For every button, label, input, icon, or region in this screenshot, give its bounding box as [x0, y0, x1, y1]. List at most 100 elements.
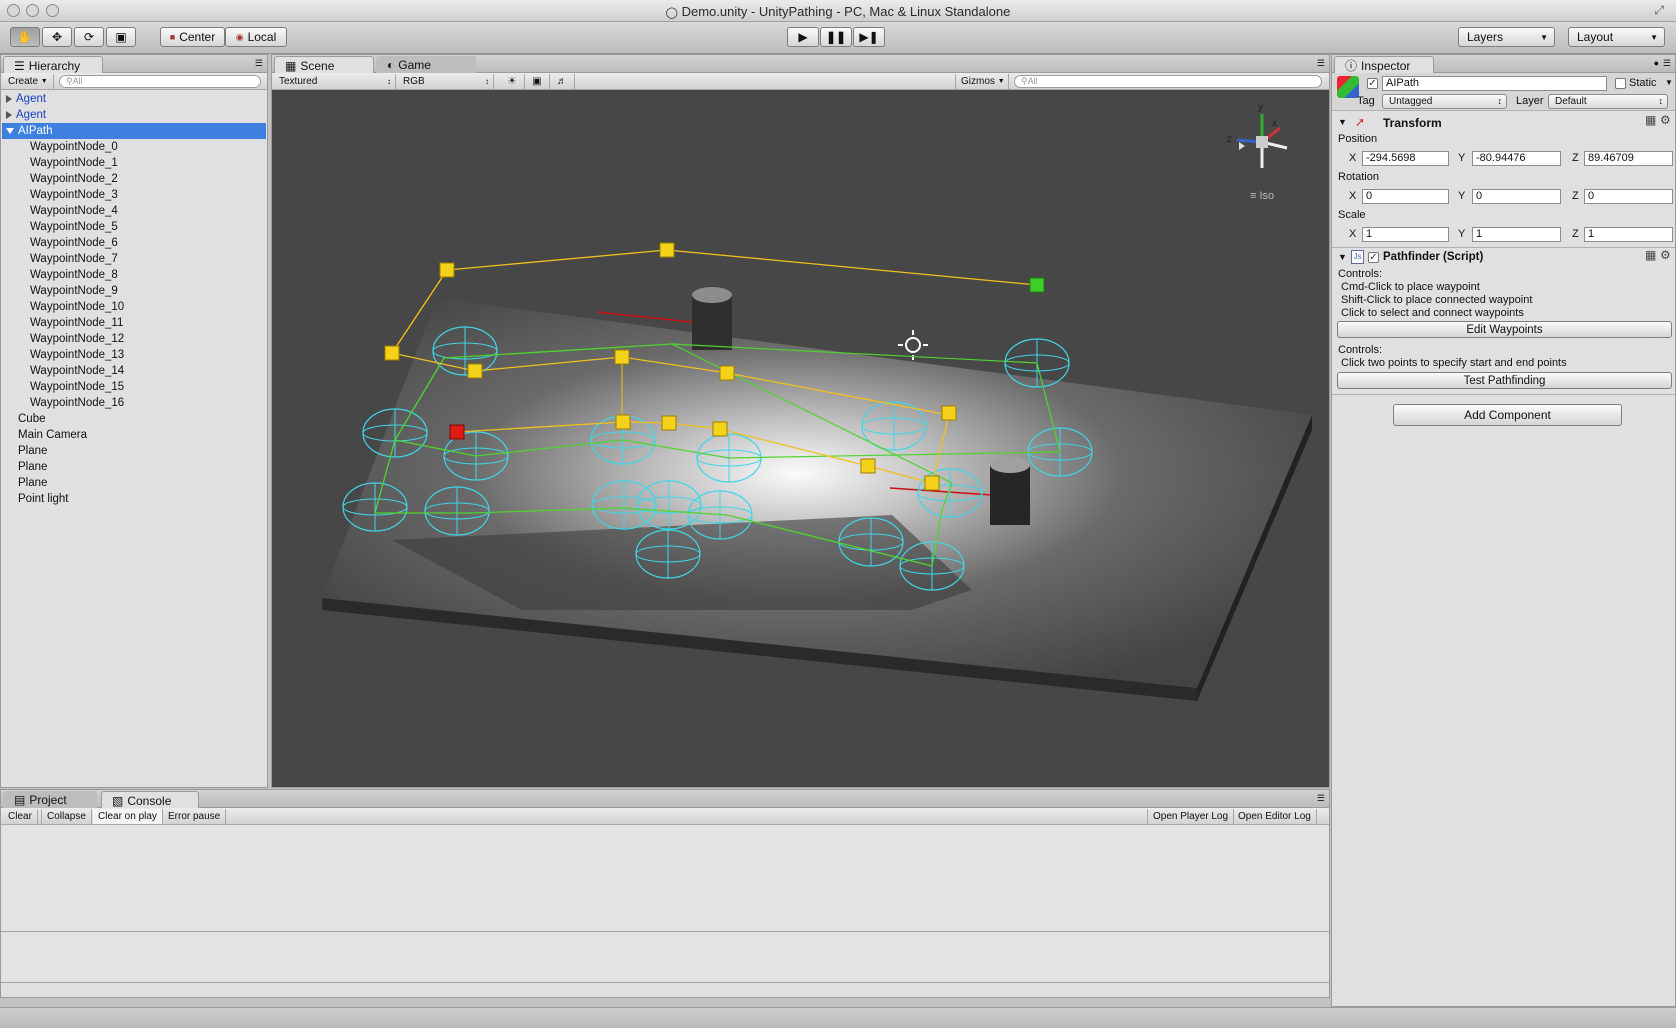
hierarchy-item[interactable]: Plane — [2, 475, 266, 491]
scene-search-input[interactable]: ⚲All — [1014, 75, 1322, 88]
scale-y-field[interactable]: 1 — [1472, 227, 1561, 242]
layout-dropdown[interactable]: Layout ▼ — [1568, 27, 1665, 47]
rotation-x-field[interactable]: 0 — [1362, 189, 1449, 204]
gizmos-dropdown[interactable]: Gizmos ▼ — [955, 74, 1009, 89]
tab-inspector[interactable]: ⓘ Inspector — [1334, 56, 1434, 74]
panel-menu-icon[interactable]: ☰ — [1663, 58, 1671, 69]
clear-on-play-toggle[interactable]: Clear on play — [93, 809, 163, 824]
hierarchy-item[interactable]: WaypointNode_7 — [2, 251, 266, 267]
panel-menu-icon[interactable]: ☰ — [255, 58, 263, 69]
fullscreen-icon[interactable]: ⤢ — [1654, 3, 1664, 18]
test-pathfinding-button[interactable]: Test Pathfinding — [1337, 372, 1672, 389]
waypoint-node-yellow — [941, 405, 957, 421]
hierarchy-item[interactable]: WaypointNode_6 — [2, 235, 266, 251]
scale-tool-button[interactable]: ▣ — [106, 27, 136, 47]
open-editor-log-button[interactable]: Open Editor Log — [1233, 809, 1317, 824]
hierarchy-item[interactable]: Plane — [2, 459, 266, 475]
hierarchy-item[interactable]: WaypointNode_2 — [2, 171, 266, 187]
hierarchy-item[interactable]: Agent — [2, 107, 266, 123]
layer-dropdown[interactable]: Default — [1548, 94, 1668, 109]
lock-icon[interactable]: ● — [1654, 58, 1659, 68]
hierarchy-item[interactable]: Main Camera — [2, 427, 266, 443]
gear-icon[interactable]: ⚙ — [1660, 113, 1671, 127]
hierarchy-item[interactable]: WaypointNode_9 — [2, 283, 266, 299]
hierarchy-item[interactable]: WaypointNode_4 — [2, 203, 266, 219]
scene-viewport[interactable]: x y z ≡ Iso — [272, 90, 1329, 787]
foldout-open-icon[interactable] — [6, 127, 14, 134]
layers-dropdown[interactable]: Layers ▼ — [1458, 27, 1555, 47]
position-x-field[interactable]: -294.5698 — [1362, 151, 1449, 166]
render-mode-dropdown[interactable]: Textured ↕ — [274, 74, 396, 89]
pivot-center-button[interactable]: ■ Center — [160, 27, 225, 47]
foldout-closed-icon[interactable] — [6, 110, 12, 119]
foldout-transform-icon[interactable]: ▼ — [1338, 117, 1347, 127]
hierarchy-item[interactable]: Cube — [2, 411, 266, 427]
tab-scene[interactable]: ▦ Scene — [274, 56, 374, 74]
position-y-field[interactable]: -80.94476 — [1472, 151, 1561, 166]
create-dropdown[interactable]: Create ▼ — [3, 74, 54, 89]
hierarchy-item[interactable]: WaypointNode_10 — [2, 299, 266, 315]
position-z-field[interactable]: 89.46709 — [1584, 151, 1673, 166]
clear-button[interactable]: Clear — [3, 809, 38, 824]
scene-fx-toggle[interactable]: ▣ — [525, 74, 550, 89]
dropdown-arrow-icon[interactable]: ▼ — [1665, 78, 1673, 87]
hierarchy-item[interactable]: Point light — [2, 491, 266, 507]
console-tabbar: ▤ Project ▧ Console ☰ — [1, 790, 1329, 809]
active-checkbox[interactable]: ✓ — [1367, 78, 1378, 89]
hierarchy-item[interactable]: WaypointNode_1 — [2, 155, 266, 171]
play-button[interactable]: ▶ — [787, 27, 819, 47]
hierarchy-item[interactable]: WaypointNode_3 — [2, 187, 266, 203]
hierarchy-item[interactable]: WaypointNode_14 — [2, 363, 266, 379]
hierarchy-item[interactable]: Plane — [2, 443, 266, 459]
add-component-button[interactable]: Add Component — [1393, 404, 1622, 426]
tab-project[interactable]: ▤ Project — [3, 791, 97, 808]
scene-audio-toggle[interactable]: ♬ — [550, 74, 575, 89]
move-tool-button[interactable]: ✥ — [42, 27, 72, 47]
hierarchy-item[interactable]: WaypointNode_16 — [2, 395, 266, 411]
help-book-icon[interactable]: ▦ — [1645, 248, 1656, 262]
rotation-z-field[interactable]: 0 — [1584, 189, 1673, 204]
hierarchy-item[interactable]: AIPath — [2, 123, 266, 139]
tag-dropdown[interactable]: Untagged — [1382, 94, 1507, 109]
hierarchy-item[interactable]: WaypointNode_13 — [2, 347, 266, 363]
collapse-toggle[interactable]: Collapse — [41, 809, 92, 824]
channel-dropdown[interactable]: RGB ↕ — [398, 74, 494, 89]
hierarchy-search-input[interactable]: ⚲All — [59, 75, 261, 88]
pathfinder-enabled-checkbox[interactable]: ✓ — [1368, 252, 1379, 263]
space-local-button[interactable]: ◉ Local — [225, 27, 287, 47]
static-checkbox[interactable]: ✓ — [1615, 78, 1626, 89]
hierarchy-item-label: Agent — [16, 93, 47, 105]
tab-game[interactable]: ◐ Game — [376, 56, 476, 73]
rotate-tool-button[interactable]: ⟳ — [74, 27, 104, 47]
pause-button[interactable]: ❚❚ — [820, 27, 852, 47]
panel-menu-icon[interactable]: ☰ — [1317, 793, 1325, 804]
scale-x-field[interactable]: 1 — [1362, 227, 1449, 242]
hierarchy-item[interactable]: WaypointNode_12 — [2, 331, 266, 347]
scale-z-field[interactable]: 1 — [1584, 227, 1673, 242]
open-player-log-button[interactable]: Open Player Log — [1147, 809, 1235, 824]
console-log-area[interactable] — [1, 826, 1329, 932]
tab-hierarchy[interactable]: ☰ Hierarchy — [3, 56, 103, 74]
clear-label: Clear — [8, 811, 32, 822]
tab-console[interactable]: ▧ Console — [101, 791, 199, 809]
hierarchy-item[interactable]: WaypointNode_5 — [2, 219, 266, 235]
edit-waypoints-button[interactable]: Edit Waypoints — [1337, 321, 1672, 338]
object-name-field[interactable]: AIPath — [1382, 76, 1607, 91]
hierarchy-item[interactable]: Agent — [2, 91, 266, 107]
foldout-pathfinder-icon[interactable]: ▼ — [1338, 252, 1347, 262]
rotation-y-field[interactable]: 0 — [1472, 189, 1561, 204]
foldout-closed-icon[interactable] — [6, 94, 12, 103]
hand-tool-button[interactable]: ✋ — [10, 27, 40, 47]
hierarchy-item[interactable]: WaypointNode_15 — [2, 379, 266, 395]
hierarchy-item[interactable]: WaypointNode_0 — [2, 139, 266, 155]
step-button[interactable]: ▶❚ — [853, 27, 885, 47]
console-detail-area[interactable] — [1, 933, 1329, 983]
hierarchy-item[interactable]: WaypointNode_8 — [2, 267, 266, 283]
panel-menu-icon[interactable]: ☰ — [1317, 58, 1325, 69]
help-book-icon[interactable]: ▦ — [1645, 113, 1656, 127]
hierarchy-item[interactable]: WaypointNode_11 — [2, 315, 266, 331]
error-pause-toggle[interactable]: Error pause — [163, 809, 227, 824]
scene-lighting-toggle[interactable]: ☀ — [500, 74, 525, 89]
component-divider — [1332, 247, 1675, 248]
gear-icon[interactable]: ⚙ — [1660, 248, 1671, 262]
